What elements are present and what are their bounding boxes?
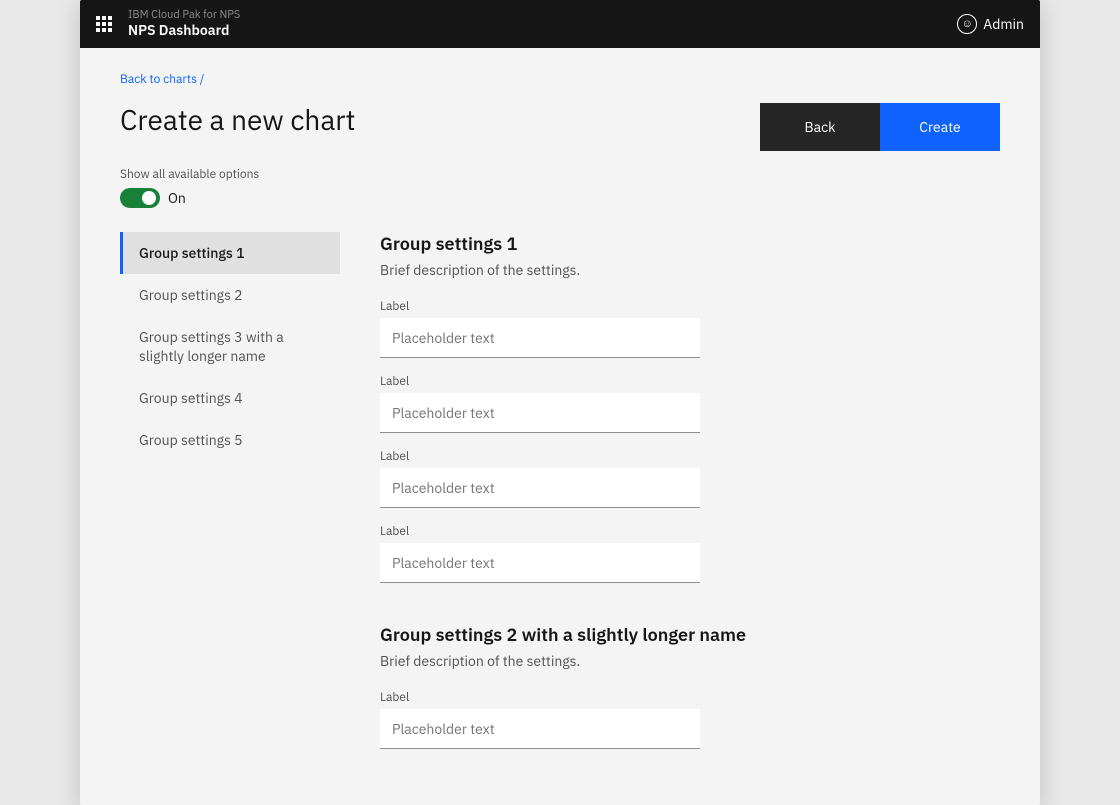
brand: IBM Cloud Pak for NPS NPS Dashboard	[128, 9, 240, 39]
sidebar-item-group-settings-1[interactable]: Group settings 1	[120, 232, 340, 274]
sidebar-nav: Group settings 1 Group settings 2 Group …	[120, 232, 340, 781]
toggle-knob	[142, 191, 156, 205]
page-title: Create a new chart	[120, 103, 356, 137]
user-name-label: Admin	[983, 15, 1024, 33]
section-2-description: Brief description of the settings.	[380, 652, 960, 670]
form-section-2: Group settings 2 with a slightly longer …	[380, 615, 960, 749]
field-input-1-2[interactable]	[380, 393, 700, 433]
user-avatar-icon: ☺	[957, 14, 977, 34]
section-2-title: Group settings 2 with a slightly longer …	[380, 623, 960, 646]
field-input-1-4[interactable]	[380, 543, 700, 583]
field-label-1-1: Label	[380, 299, 960, 314]
main-content: Back to charts / Create a new chart Back…	[80, 48, 1040, 805]
field-group-1-2: Label	[380, 374, 960, 433]
action-buttons: Back Create	[760, 103, 1000, 151]
toggle-label: Show all available options	[120, 167, 1000, 182]
app-window: IBM Cloud Pak for NPS NPS Dashboard ☺ Ad…	[80, 0, 1040, 805]
toggle-state-label: On	[168, 189, 186, 207]
app-title: NPS Dashboard	[128, 22, 240, 39]
field-input-1-1[interactable]	[380, 318, 700, 358]
form-area: Group settings 1 Brief description of th…	[340, 232, 1000, 781]
field-group-2-1: Label	[380, 690, 960, 749]
section-1-title: Group settings 1	[380, 232, 960, 255]
sidebar-item-group-settings-3[interactable]: Group settings 3 with a slightly longer …	[120, 316, 340, 376]
toggle-switch[interactable]	[120, 188, 160, 208]
sidebar-item-group-settings-2[interactable]: Group settings 2	[120, 274, 340, 316]
page-header-row: Create a new chart Back Create	[120, 103, 1000, 151]
sidebar-item-group-settings-5[interactable]: Group settings 5	[120, 419, 340, 461]
toggle-section: Show all available options On	[120, 167, 1000, 208]
top-nav: IBM Cloud Pak for NPS NPS Dashboard ☺ Ad…	[80, 0, 1040, 48]
grid-menu-icon[interactable]	[96, 16, 112, 32]
field-group-1-3: Label	[380, 449, 960, 508]
field-input-2-1[interactable]	[380, 709, 700, 749]
field-label-1-3: Label	[380, 449, 960, 464]
field-label-1-2: Label	[380, 374, 960, 389]
create-button[interactable]: Create	[880, 103, 1000, 151]
breadcrumb[interactable]: Back to charts /	[120, 72, 1000, 87]
field-label-1-4: Label	[380, 524, 960, 539]
toggle-container: On	[120, 188, 1000, 208]
field-label-2-1: Label	[380, 690, 960, 705]
body-layout: Group settings 1 Group settings 2 Group …	[120, 232, 1000, 781]
form-section-1: Group settings 1 Brief description of th…	[380, 232, 960, 583]
sidebar-item-group-settings-4[interactable]: Group settings 4	[120, 377, 340, 419]
field-group-1-1: Label	[380, 299, 960, 358]
back-button[interactable]: Back	[760, 103, 880, 151]
user-menu[interactable]: ☺ Admin	[957, 14, 1024, 34]
section-1-description: Brief description of the settings.	[380, 261, 960, 279]
field-group-1-4: Label	[380, 524, 960, 583]
field-input-1-3[interactable]	[380, 468, 700, 508]
